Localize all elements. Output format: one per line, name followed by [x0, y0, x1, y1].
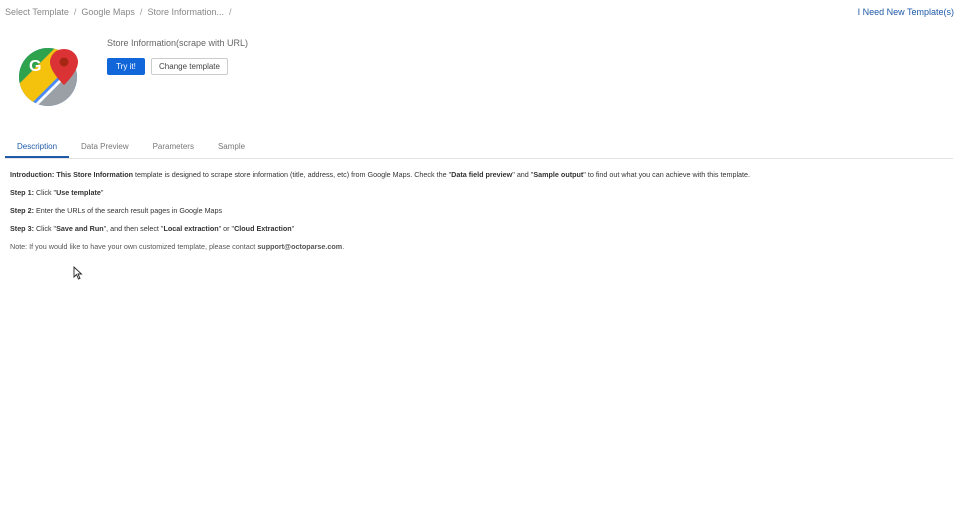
note-text: Note: If you would like to have your own… [10, 242, 258, 251]
sample-output-text: Sample output [533, 170, 584, 179]
svg-text:G: G [29, 58, 41, 75]
tab-sample[interactable]: Sample [206, 136, 257, 158]
save-and-run-text: Save and Run [56, 224, 104, 233]
step-1-end: " [100, 188, 104, 197]
intro-label: Introduction: [10, 170, 55, 179]
step-2-text: Enter the URLs of the search result page… [33, 206, 223, 215]
cloud-extraction-text: Cloud Extraction [234, 224, 292, 233]
template-detail-page: Select Template / Google Maps / Store In… [0, 0, 960, 524]
breadcrumb-google-maps[interactable]: Google Maps [81, 7, 135, 17]
breadcrumb-select-template[interactable]: Select Template [5, 7, 69, 17]
description-panel: Introduction: This Store Information tem… [10, 170, 750, 260]
template-title: Store Information(scrape with URL) [107, 38, 249, 48]
tab-description[interactable]: Description [5, 136, 70, 158]
note-paragraph: Note: If you would like to have your own… [10, 242, 750, 251]
change-template-button[interactable]: Change template [151, 58, 228, 75]
note-end: . [342, 242, 345, 251]
step-3-text: Click " [33, 224, 57, 233]
breadcrumb-store-information[interactable]: Store Information... [147, 7, 224, 17]
try-it-button[interactable]: Try it! [107, 58, 145, 75]
intro-template-name: This Store Information [56, 170, 133, 179]
step-1: Step 1: Click "Use template" [10, 188, 750, 197]
intro-text: " to find out what you can achieve with … [583, 170, 751, 179]
breadcrumb: Select Template / Google Maps / Store In… [5, 7, 237, 17]
need-new-template-link[interactable]: I Need New Template(s) [858, 7, 954, 17]
breadcrumb-separator: / [228, 7, 232, 17]
step-2-label: Step 2: [10, 206, 34, 215]
data-field-preview-text: Data field preview [451, 170, 513, 179]
step-3-text: " or " [218, 224, 235, 233]
breadcrumb-separator: / [139, 7, 143, 17]
tab-parameters[interactable]: Parameters [141, 136, 206, 158]
mouse-pointer-icon [73, 266, 83, 280]
google-maps-logo-icon: G [19, 48, 78, 106]
step-3: Step 3: Click "Save and Run", and then s… [10, 224, 750, 233]
intro-text: template is designed to scrape store inf… [132, 170, 452, 179]
step-1-text: Click " [33, 188, 57, 197]
step-3-label: Step 3: [10, 224, 34, 233]
intro-text: " and " [512, 170, 534, 179]
breadcrumb-separator: / [73, 7, 77, 17]
tab-data-preview[interactable]: Data Preview [69, 136, 141, 158]
intro-paragraph: Introduction: This Store Information tem… [10, 170, 750, 179]
step-3-text: ", and then select " [103, 224, 164, 233]
step-2: Step 2: Enter the URLs of the search res… [10, 206, 750, 215]
step-3-end: " [291, 224, 295, 233]
local-extraction-text: Local extraction [163, 224, 219, 233]
step-1-bold: Use template [56, 188, 101, 197]
support-email-link[interactable]: support@octoparse.com [257, 242, 342, 251]
step-1-label: Step 1: [10, 188, 34, 197]
tab-bar: Description Data Preview Parameters Samp… [5, 136, 953, 159]
